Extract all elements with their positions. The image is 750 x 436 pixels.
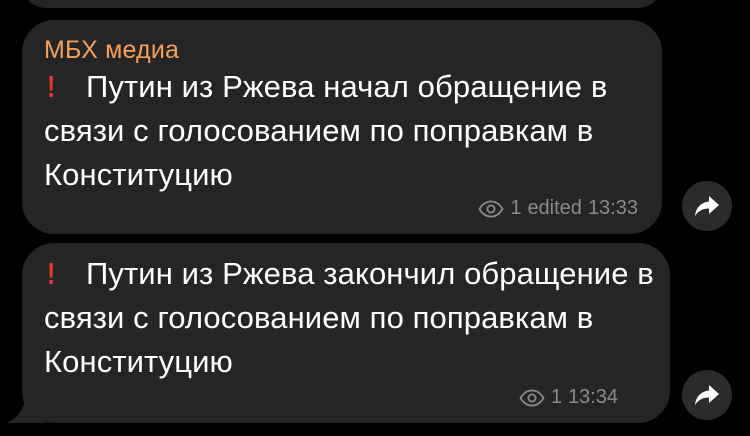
message-bubble[interactable]: МБХ медиа ! Путин из Ржева начал обращени… xyxy=(22,20,662,234)
message-time: 13:34 xyxy=(567,386,618,408)
previous-message-bubble[interactable] xyxy=(22,0,662,8)
message-bubble[interactable]: ! Путин из Ржева закончил обращение в свя… xyxy=(6,243,670,423)
message-meta: 1 edited 13:33 xyxy=(478,197,638,220)
sender-name[interactable]: МБХ медиа xyxy=(44,36,179,65)
bubble-tail xyxy=(6,395,46,423)
edited-label: edited xyxy=(527,197,582,219)
forward-button[interactable] xyxy=(682,370,732,420)
message-time: 13:33 xyxy=(587,197,638,219)
chat-screen: МБХ медиа ! Путин из Ржева начал обращени… xyxy=(0,0,750,436)
message-body: Путин из Ржева закончил обращение в связ… xyxy=(44,256,654,379)
message-body: Путин из Ржева начал обращение в связи с… xyxy=(44,69,608,192)
forward-arrow-icon xyxy=(695,385,719,405)
message-text: ! Путин из Ржева закончил обращение в свя… xyxy=(44,252,664,384)
exclamation-icon: ! xyxy=(47,69,56,104)
exclamation-icon: ! xyxy=(47,256,56,291)
eye-icon xyxy=(519,389,545,406)
view-count: 1 xyxy=(510,197,522,219)
forward-button[interactable] xyxy=(682,181,732,231)
view-count: 1 xyxy=(550,386,562,408)
message-text: ! Путин из Ржева начал обращение в связи … xyxy=(44,65,654,197)
eye-icon xyxy=(478,200,504,217)
forward-arrow-icon xyxy=(695,196,719,216)
message-meta: 1 13:34 xyxy=(519,386,618,409)
